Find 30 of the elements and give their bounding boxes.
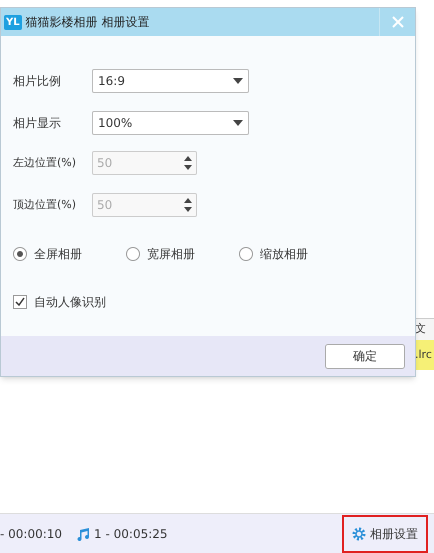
radio-button[interactable] — [13, 247, 27, 261]
close-icon — [392, 16, 404, 28]
radio-label: 缩放相册 — [260, 246, 308, 263]
app-logo: YL — [4, 14, 22, 30]
dropdown-arrow-icon — [233, 78, 243, 84]
field-label: 相片比例 — [13, 73, 62, 90]
dropdown[interactable]: 16:9 — [92, 69, 249, 93]
dropdown[interactable]: 100% — [92, 111, 249, 135]
radio-label: 宽屏相册 — [147, 246, 195, 263]
field-label: 左边位置(%) — [13, 154, 78, 171]
radio-button[interactable] — [126, 247, 140, 261]
spinner-arrows-icon — [184, 198, 192, 212]
field-label: 顶边位置(%) — [13, 196, 78, 213]
music-note-icon — [76, 526, 90, 540]
checkbox-label: 自动人像识别 — [34, 294, 106, 311]
close-button[interactable] — [390, 14, 406, 30]
radio-label: 全屏相册 — [34, 246, 82, 263]
album-settings-button[interactable]: 相册设置 — [342, 514, 428, 552]
spinner-arrows-icon — [184, 156, 192, 170]
dropdown-arrow-icon — [233, 120, 243, 126]
field-label: 相片显示 — [13, 115, 62, 132]
window-title: 猫猫影楼相册 相册设置 — [26, 14, 150, 31]
video-duration: - 00:00:10 — [0, 526, 62, 542]
column-header: 文 — [415, 321, 426, 338]
gear-icon — [352, 526, 366, 540]
checkbox[interactable] — [13, 295, 27, 309]
ok-button[interactable]: 确定 — [325, 344, 405, 368]
radio-button[interactable] — [239, 247, 253, 261]
table-cell-text: .lrc — [415, 346, 432, 363]
music-duration: 1 - 00:05:25 — [94, 526, 168, 542]
